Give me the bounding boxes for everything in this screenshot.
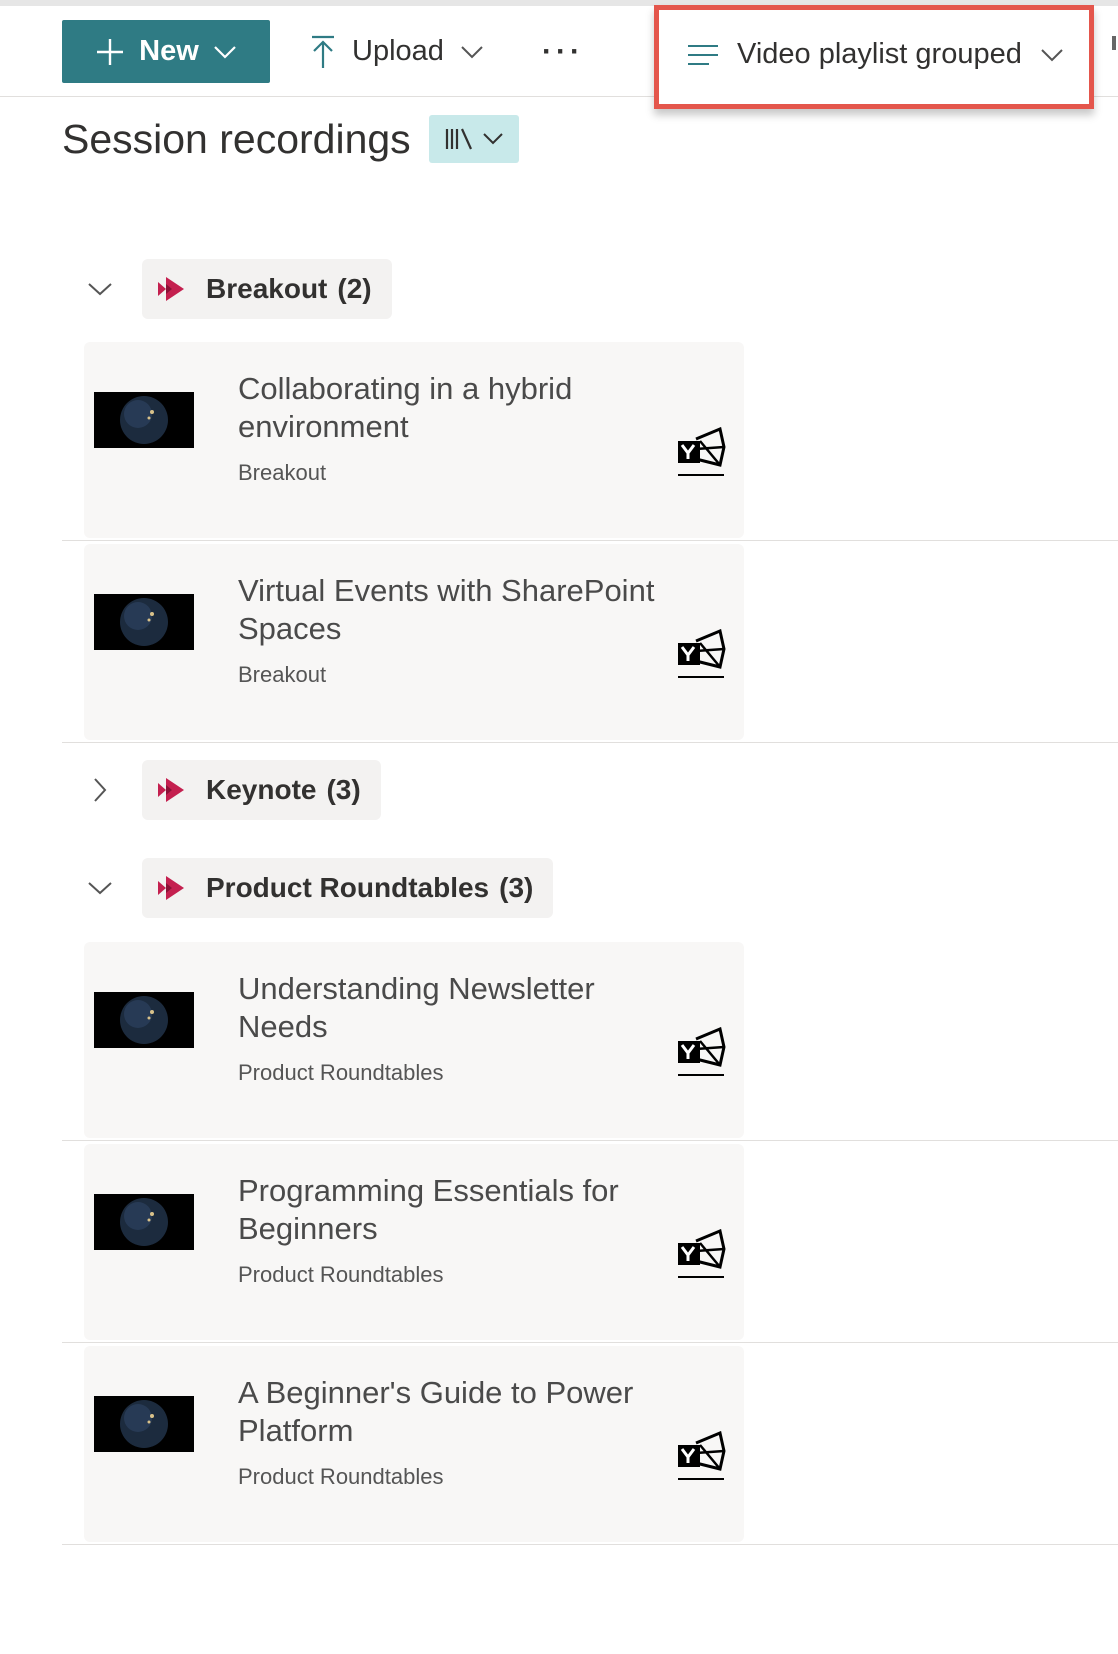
list-item: A Beginner's Guide to Power Platform Pro…	[62, 1344, 1118, 1545]
video-category: Breakout	[238, 460, 327, 485]
video-title: Understanding Newsletter Needs	[238, 971, 595, 1044]
video-title: Virtual Events with SharePoint Spaces	[238, 573, 655, 646]
yammer-icon[interactable]	[676, 426, 728, 479]
chevron-down-icon	[88, 283, 112, 296]
new-button[interactable]: New	[62, 20, 270, 83]
video-category: Product Roundtables	[238, 1060, 444, 1085]
group-collapse-toggle[interactable]	[80, 269, 120, 309]
group-expand-toggle[interactable]	[80, 770, 120, 810]
group-name: Keynote	[206, 774, 317, 805]
video-category: Product Roundtables	[238, 1464, 444, 1489]
chevron-right-icon	[94, 778, 107, 802]
chevron-down-icon	[1041, 48, 1063, 61]
group-pill-keynote[interactable]: Keynote (3)	[142, 760, 381, 820]
group-header-product-roundtables: Product Roundtables (3)	[80, 858, 554, 918]
video-card[interactable]: Virtual Events with SharePoint Spaces Br…	[84, 544, 744, 740]
video-thumbnail	[94, 992, 194, 1048]
yammer-icon[interactable]	[676, 1430, 728, 1483]
video-thumbnail	[94, 1396, 194, 1452]
list-item: Understanding Newsletter Needs Product R…	[62, 940, 1118, 1141]
yammer-icon[interactable]	[676, 1026, 728, 1079]
video-title: Programming Essentials for Beginners	[238, 1173, 619, 1246]
view-options-icon	[688, 44, 718, 65]
stream-play-icon	[158, 778, 184, 802]
group-header-keynote: Keynote (3)	[80, 760, 381, 820]
video-thumbnail	[94, 392, 194, 448]
video-card[interactable]: Collaborating in a hybrid environment Br…	[84, 342, 744, 538]
group-name: Product Roundtables	[206, 872, 490, 903]
yammer-icon[interactable]	[676, 1228, 728, 1281]
more-icon: ···	[542, 34, 584, 68]
upload-button-label: Upload	[352, 35, 444, 67]
video-card[interactable]: Understanding Newsletter Needs Product R…	[84, 942, 744, 1138]
chevron-down-icon	[88, 882, 112, 895]
video-category: Breakout	[238, 662, 327, 687]
video-thumbnail	[94, 594, 194, 650]
more-actions-button[interactable]: ···	[542, 20, 584, 83]
plus-icon	[97, 38, 124, 65]
chevron-down-icon	[461, 45, 483, 58]
page-title: Session recordings	[62, 115, 411, 162]
view-switcher-label: Video playlist grouped	[737, 38, 1022, 70]
video-title: Collaborating in a hybrid environment	[238, 371, 573, 444]
video-title: A Beginner's Guide to Power Platform	[238, 1375, 634, 1448]
group-name: Breakout	[206, 273, 328, 304]
video-category: Product Roundtables	[238, 1262, 444, 1287]
library-icon	[445, 128, 472, 150]
video-card[interactable]: Programming Essentials for Beginners Pro…	[84, 1144, 744, 1340]
list-item: Collaborating in a hybrid environment Br…	[62, 340, 1118, 541]
yammer-icon[interactable]	[676, 628, 728, 681]
list-item: Programming Essentials for Beginners Pro…	[62, 1142, 1118, 1343]
stream-play-icon	[158, 876, 184, 900]
group-count: (2)	[337, 273, 372, 304]
view-switcher-highlight: Video playlist grouped	[654, 5, 1094, 109]
group-pill-breakout[interactable]: Breakout (2)	[142, 259, 392, 319]
title-row: Session recordings	[62, 115, 519, 163]
upload-icon	[312, 35, 334, 68]
group-pill-product-roundtables[interactable]: Product Roundtables (3)	[142, 858, 554, 918]
video-card[interactable]: A Beginner's Guide to Power Platform Pro…	[84, 1346, 744, 1542]
list-item: Virtual Events with SharePoint Spaces Br…	[62, 542, 1118, 743]
view-switcher[interactable]: Video playlist grouped	[687, 38, 1064, 71]
chevron-down-icon	[214, 45, 236, 59]
group-count: (3)	[326, 774, 361, 805]
video-thumbnail	[94, 1194, 194, 1250]
library-menu-button[interactable]	[428, 115, 519, 163]
stream-play-icon	[158, 277, 184, 301]
chevron-down-icon	[482, 133, 503, 145]
group-header-breakout: Breakout (2)	[80, 259, 392, 319]
group-collapse-toggle[interactable]	[80, 868, 120, 908]
upload-button[interactable]: Upload	[310, 20, 484, 83]
group-count: (3)	[499, 872, 534, 903]
overflow-edge-mark	[1112, 36, 1116, 50]
new-button-label: New	[139, 35, 199, 67]
